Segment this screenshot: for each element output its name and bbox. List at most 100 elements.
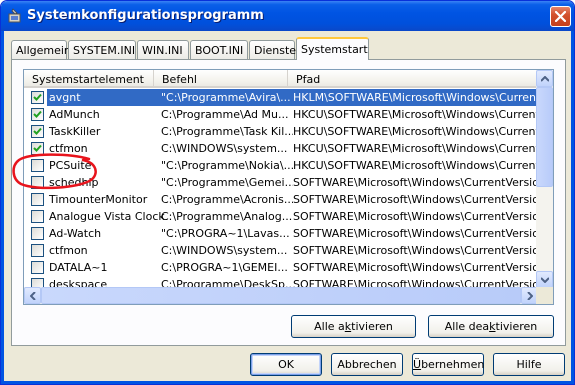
scroll-down-button[interactable] (536, 271, 553, 288)
apply-accesskey: Ü (413, 358, 422, 371)
column-header-path[interactable]: Pfad (288, 70, 538, 88)
table-row[interactable]: Analogue Vista Clock C:\Programme\Analog.… (24, 208, 538, 225)
startup-item-command: "C:\Programme\Gemei... (161, 176, 293, 189)
msconfig-window: Systemkonfigurationsprogramm Allgemein S… (0, 0, 575, 385)
startup-item-name: AdMunch (49, 108, 100, 121)
tab-label: WIN.INI (142, 44, 183, 57)
ok-button[interactable]: OK (250, 353, 322, 376)
startup-item-command: C:\Programme\Acronis... (161, 193, 293, 206)
startup-item-path: HKCU\SOFTWARE\Microsoft\Windows\CurrentV… (293, 159, 538, 172)
startup-item-command: "C:\Programme\Nokia\... (161, 159, 293, 172)
column-header-label: Befehl (162, 73, 197, 86)
startup-item-command: C:\Programme\Analog... (161, 210, 293, 223)
startup-item-path: SOFTWARE\Microsoft\Windows\CurrentVersio… (293, 176, 538, 189)
startup-item-name: DATALA~1 (49, 261, 108, 274)
tab-win-ini[interactable]: WIN.INI (137, 40, 189, 59)
tab-dienste[interactable]: Dienste (249, 40, 297, 59)
checkmark-icon (33, 110, 42, 118)
table-row[interactable]: schedhlp "C:\Programme\Gemei... SOFTWARE\M… (24, 174, 538, 191)
scroll-left-button[interactable] (24, 287, 41, 304)
vertical-scroll-thumb[interactable] (536, 87, 553, 187)
close-button[interactable] (550, 6, 571, 27)
startup-item-path: SOFTWARE\Microsoft\Windows\CurrentVersio… (293, 193, 538, 206)
enable-all-button[interactable]: Alle aktivieren (291, 315, 416, 338)
startup-item-checkbox[interactable] (31, 244, 44, 257)
table-row[interactable]: TaskKiller C:\Programme\Task Kil... HKCU\S… (24, 123, 538, 140)
list-rows: avgnt "C:\Programme\Avira\... HKLM\SOFTWAR… (24, 89, 538, 293)
startup-item-path: SOFTWARE\Microsoft\Windows\CurrentVersio… (293, 244, 538, 257)
column-header-command[interactable]: Befehl (154, 70, 288, 88)
tab-label: SYSTEM.INI (73, 44, 136, 57)
startup-item-command: "C:\PROGRA~1\Lavas... (161, 227, 290, 240)
startup-item-path: HKCU\SOFTWARE\Microsoft\Windows\CurrentV… (293, 125, 538, 138)
table-row[interactable]: DATALA~1 C:\PROGRA~1\GEMEI... SOFTWARE\Mic… (24, 259, 538, 276)
startup-item-checkbox[interactable] (31, 210, 44, 223)
help-label: Hilfe (516, 358, 542, 371)
startup-item-checkbox[interactable] (31, 91, 44, 104)
startup-item-command: C:\WINDOWS\system... (161, 244, 288, 257)
table-row[interactable]: TimounterMonitor C:\Programme\Acronis... S… (24, 191, 538, 208)
arrow-left-icon (30, 292, 36, 300)
msconfig-app-icon (7, 8, 23, 24)
apply-button[interactable]: Übernehmen (412, 353, 484, 376)
help-button[interactable]: Hilfe (493, 353, 565, 376)
enable-all-label-part: tivieren (351, 320, 393, 333)
startup-item-name: ctfmon (49, 244, 88, 257)
startup-item-name: schedhlp (49, 176, 99, 189)
table-row[interactable]: Ad-Watch "C:\PROGRA~1\Lavas... SOFTWARE\Mi… (24, 225, 538, 242)
horizontal-scroll-thumb[interactable] (41, 287, 521, 304)
startup-item-path: HKCU\SOFTWARE\Microsoft\Windows\CurrentV… (293, 108, 538, 121)
vertical-scrollbar[interactable] (536, 70, 553, 288)
startup-item-checkbox[interactable] (31, 142, 44, 155)
window-frame-left (1, 31, 4, 384)
startup-item-name: Analogue Vista Clock (49, 210, 165, 223)
startup-item-checkbox[interactable] (31, 193, 44, 206)
startup-item-path: SOFTWARE\Microsoft\Windows\CurrentVersio… (293, 227, 538, 240)
table-row[interactable]: ctfmon C:\WINDOWS\system... HKCU\SOFTWARE\… (24, 140, 538, 157)
arrow-down-icon (541, 277, 549, 283)
apply-label-part: bernehmen (421, 358, 485, 371)
table-row[interactable]: ctfmon C:\WINDOWS\system... SOFTWARE\Micro… (24, 242, 538, 259)
tab-system-ini[interactable]: SYSTEM.INI (68, 40, 136, 59)
startup-item-command: C:\Programme\Ad Mu... (161, 108, 289, 121)
tab-allgemein[interactable]: Allgemein (11, 40, 71, 59)
startup-item-command: C:\WINDOWS\system... (161, 142, 288, 155)
table-row[interactable]: PCSuite "C:\Programme\Nokia\... HKCU\SOFTW… (24, 157, 538, 174)
tab-label: Systemstart (301, 43, 368, 56)
startup-item-name: ctfmon (49, 142, 88, 155)
window-title: Systemkonfigurationsprogramm (27, 8, 264, 23)
arrow-right-icon (527, 292, 533, 300)
disable-all-button[interactable]: Alle deaktivieren (428, 315, 554, 338)
startup-item-name: PCSuite (49, 159, 92, 172)
startup-item-checkbox[interactable] (31, 176, 44, 189)
ok-label: OK (278, 358, 294, 371)
startup-item-checkbox[interactable] (31, 227, 44, 240)
table-row[interactable]: avgnt "C:\Programme\Avira\... HKLM\SOFTWAR… (24, 89, 538, 106)
tab-label: Allgemein (16, 44, 71, 57)
window-frame-bottom (1, 381, 574, 384)
startup-item-checkbox[interactable] (31, 108, 44, 121)
horizontal-scrollbar[interactable] (24, 287, 538, 304)
startup-item-path: SOFTWARE\Microsoft\Windows\CurrentVersio… (293, 261, 538, 274)
table-row[interactable]: AdMunch C:\Programme\Ad Mu... HKCU\SOFTWAR… (24, 106, 538, 123)
startup-item-checkbox[interactable] (31, 159, 44, 172)
column-header-label: Systemstartelement (32, 73, 144, 86)
column-header-name[interactable]: Systemstartelement (24, 70, 154, 88)
startup-item-path: HKCU\SOFTWARE\Microsoft\Windows\CurrentV… (293, 142, 538, 155)
startup-item-checkbox[interactable] (31, 261, 44, 274)
startup-item-path: SOFTWARE\Microsoft\Windows\CurrentVersio… (293, 210, 538, 223)
startup-item-command: C:\Programme\Task Kil... (161, 125, 293, 138)
tab-systemstart[interactable]: Systemstart (296, 37, 369, 60)
cancel-button[interactable]: Abbrechen (331, 353, 403, 376)
startup-list[interactable]: Systemstartelement Befehl Pfad avgnt "C:\… (23, 69, 554, 305)
title-bar[interactable]: Systemkonfigurationsprogramm (1, 1, 574, 31)
startup-item-name: TimounterMonitor (49, 193, 148, 206)
startup-item-name: avgnt (47, 89, 179, 106)
list-header: Systemstartelement Befehl Pfad (24, 70, 538, 88)
startup-item-command: C:\PROGRA~1\GEMEI... (161, 261, 288, 274)
tab-label: Dienste (254, 44, 297, 57)
tab-boot-ini[interactable]: BOOT.INI (190, 40, 248, 59)
column-header-label: Pfad (296, 73, 321, 86)
startup-item-checkbox[interactable] (31, 125, 44, 138)
scroll-up-button[interactable] (536, 70, 553, 87)
